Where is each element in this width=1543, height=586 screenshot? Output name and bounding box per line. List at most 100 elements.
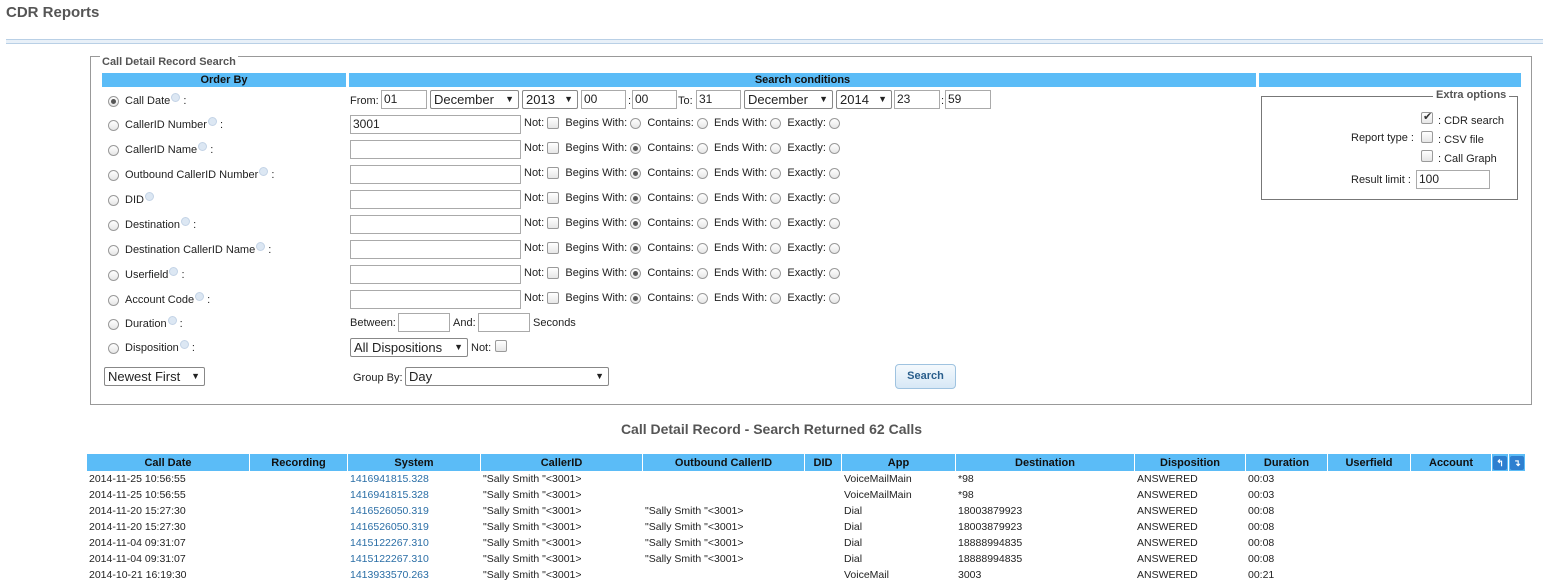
radio-icon[interactable] — [108, 294, 119, 306]
order-by-call-date[interactable]: Call Date : — [108, 93, 186, 109]
help-icon[interactable] — [179, 340, 189, 349]
help-icon[interactable] — [256, 242, 266, 251]
not-checkbox[interactable] — [547, 167, 560, 180]
not-checkbox[interactable] — [547, 242, 560, 255]
radio-icon[interactable] — [108, 219, 119, 231]
to-month-select[interactable]: December ▼ — [744, 90, 833, 109]
col-destination[interactable]: Destination — [956, 454, 1134, 471]
did-input[interactable] — [350, 190, 521, 209]
ends-radio[interactable] — [770, 267, 782, 279]
cell-system-link[interactable]: 1413933570.263 — [348, 567, 480, 583]
radio-icon[interactable] — [108, 144, 119, 156]
order-by-destination-callerid-name[interactable]: Destination CallerID Name : — [108, 242, 271, 258]
contains-radio[interactable] — [696, 267, 708, 279]
col-system[interactable]: System — [348, 454, 480, 471]
ends-radio[interactable] — [770, 142, 782, 154]
begins-radio[interactable] — [630, 292, 642, 304]
help-icon[interactable] — [198, 142, 208, 151]
from-month-select[interactable]: December ▼ — [430, 90, 519, 109]
col-callerid[interactable]: CallerID — [481, 454, 642, 471]
radio-icon[interactable] — [108, 194, 119, 206]
ends-radio[interactable] — [770, 192, 782, 204]
ends-radio[interactable] — [770, 217, 782, 229]
next-page-icon[interactable]: ↴ — [1510, 455, 1524, 470]
cell-system-link[interactable]: 1415122267.310 — [348, 535, 480, 551]
radio-icon[interactable] — [108, 244, 119, 256]
ends-radio[interactable] — [770, 167, 782, 179]
result-limit-input[interactable]: 100 — [1416, 170, 1490, 189]
contains-radio[interactable] — [696, 292, 708, 304]
col-duration[interactable]: Duration — [1246, 454, 1327, 471]
cell-system-link[interactable]: 1415122267.310 — [348, 551, 480, 567]
radio-icon[interactable] — [108, 169, 119, 181]
order-by-disposition[interactable]: Disposition : — [108, 340, 195, 356]
col-outbound-callerid[interactable]: Outbound CallerID — [643, 454, 804, 471]
begins-radio[interactable] — [630, 167, 642, 179]
radio-icon[interactable] — [108, 342, 119, 354]
cell-system-link[interactable]: 1416526050.319 — [348, 519, 480, 535]
col-recording[interactable]: Recording — [250, 454, 347, 471]
userfield-input[interactable] — [350, 265, 521, 284]
order-by-callerid-number[interactable]: CallerID Number : — [108, 117, 223, 133]
col-account[interactable]: Account — [1411, 454, 1491, 471]
exactly-radio[interactable] — [828, 242, 840, 254]
col-call-date[interactable]: Call Date — [87, 454, 249, 471]
to-minute-input[interactable]: 59 — [945, 90, 991, 109]
disposition-select[interactable]: All Dispositions ▼ — [350, 338, 468, 357]
not-checkbox[interactable] — [547, 267, 560, 280]
cell-system-link[interactable]: 1416941815.328 — [348, 487, 480, 503]
ends-radio[interactable] — [770, 242, 782, 254]
help-icon[interactable] — [144, 192, 154, 201]
account-code-input[interactable] — [350, 290, 521, 309]
destination-input[interactable] — [350, 215, 521, 234]
order-by-userfield[interactable]: Userfield : — [108, 267, 185, 283]
to-year-select[interactable]: 2014 ▼ — [836, 90, 892, 109]
duration-max-input[interactable] — [478, 313, 530, 332]
from-day-input[interactable]: 01 — [381, 90, 427, 109]
radio-icon[interactable] — [108, 269, 119, 281]
help-icon[interactable] — [207, 117, 217, 126]
exactly-radio[interactable] — [828, 192, 840, 204]
csv-file-checkbox[interactable] — [1421, 131, 1433, 143]
begins-radio[interactable] — [630, 267, 642, 279]
from-year-select[interactable]: 2013 ▼ — [522, 90, 578, 109]
cell-system-link[interactable]: 1416941815.328 — [348, 471, 480, 487]
disposition-not-checkbox[interactable] — [495, 340, 507, 352]
ends-radio[interactable] — [770, 292, 782, 304]
order-by-duration[interactable]: Duration : — [108, 316, 183, 332]
contains-radio[interactable] — [696, 142, 708, 154]
search-button[interactable]: Search — [895, 364, 956, 389]
order-by-did[interactable]: DID — [108, 192, 154, 208]
order-by-destination[interactable]: Destination : — [108, 217, 196, 233]
radio-icon[interactable] — [108, 119, 119, 131]
duration-min-input[interactable] — [398, 313, 450, 332]
to-hour-input[interactable]: 23 — [894, 90, 940, 109]
radio-icon[interactable] — [108, 95, 119, 107]
exactly-radio[interactable] — [828, 142, 840, 154]
col-disposition[interactable]: Disposition — [1135, 454, 1245, 471]
col-sort-up[interactable]: ↰ — [1492, 454, 1508, 471]
callerid-name-input[interactable] — [350, 140, 521, 159]
exactly-radio[interactable] — [828, 217, 840, 229]
not-checkbox[interactable] — [547, 117, 560, 130]
exactly-radio[interactable] — [828, 167, 840, 179]
not-checkbox[interactable] — [547, 292, 560, 305]
contains-radio[interactable] — [696, 117, 708, 129]
order-by-outbound-callerid[interactable]: Outbound CallerID Number : — [108, 167, 274, 183]
contains-radio[interactable] — [696, 242, 708, 254]
from-minute-input[interactable]: 00 — [632, 90, 677, 109]
outbound-callerid-input[interactable] — [350, 165, 521, 184]
col-did[interactable]: DID — [805, 454, 841, 471]
col-app[interactable]: App — [842, 454, 955, 471]
begins-radio[interactable] — [630, 117, 642, 129]
help-icon[interactable] — [171, 93, 181, 102]
not-checkbox[interactable] — [547, 192, 560, 205]
contains-radio[interactable] — [696, 167, 708, 179]
help-icon[interactable] — [195, 292, 205, 301]
from-hour-input[interactable]: 00 — [581, 90, 626, 109]
help-icon[interactable] — [259, 167, 269, 176]
order-by-account-code[interactable]: Account Code : — [108, 292, 210, 308]
col-userfield[interactable]: Userfield — [1328, 454, 1410, 471]
to-day-input[interactable]: 31 — [696, 90, 741, 109]
order-by-callerid-name[interactable]: CallerID Name : — [108, 142, 213, 158]
